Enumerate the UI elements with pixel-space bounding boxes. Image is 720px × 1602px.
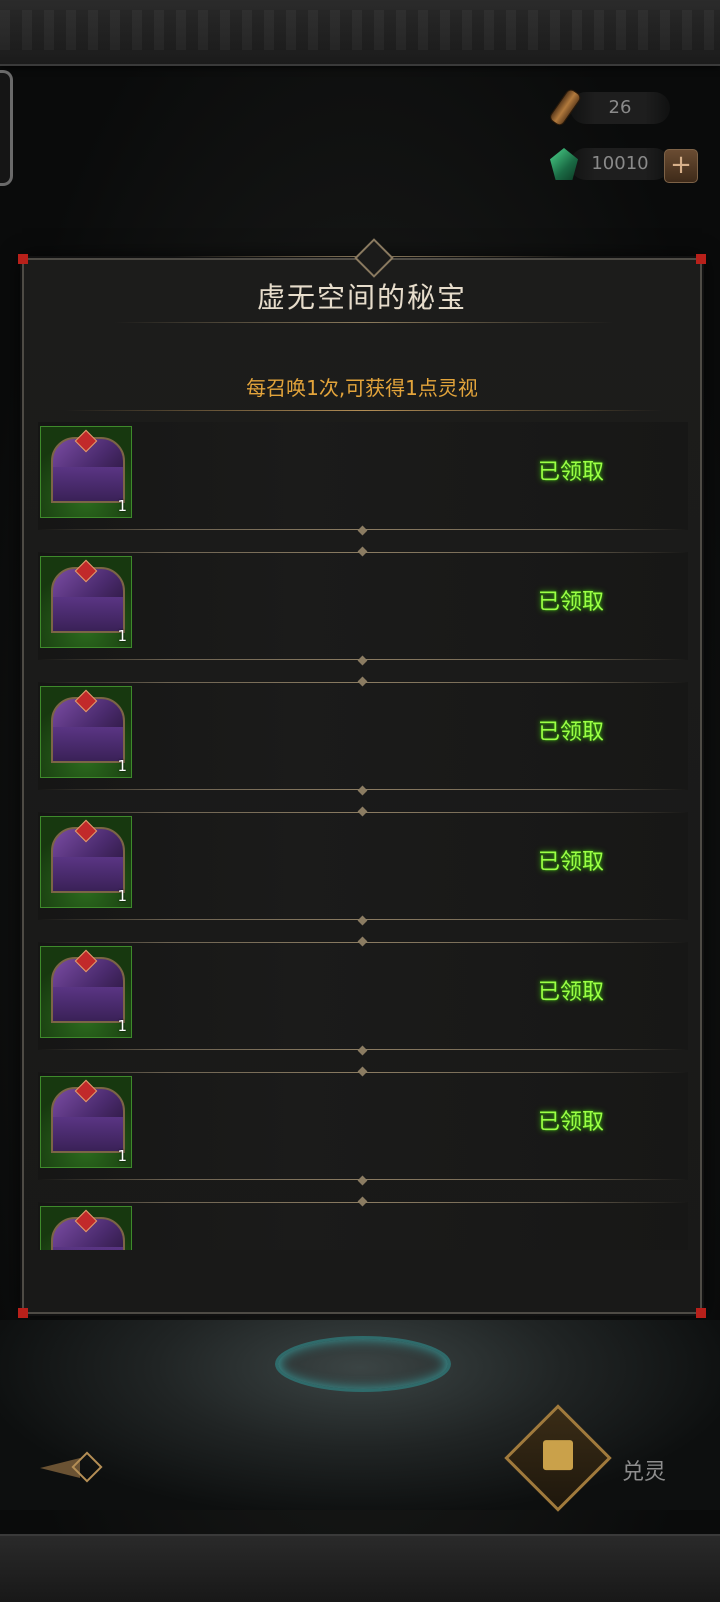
card-icon xyxy=(543,1440,573,1471)
scroll-currency-pill: 26 xyxy=(570,92,670,124)
reward-item-slot[interactable]: 1 xyxy=(40,556,132,648)
item-quantity: 1 xyxy=(117,1017,127,1035)
claimed-status: 已领取 xyxy=(538,980,605,1005)
left-side-tab[interactable] xyxy=(0,70,13,186)
exchange-label[interactable]: 兑灵 xyxy=(622,1454,702,1486)
corner-ornament xyxy=(696,1308,706,1318)
panel-subtitle: 每召唤1次,可获得1点灵视 xyxy=(246,376,478,400)
item-quantity: 1 xyxy=(117,1147,127,1165)
claimed-status: 已领取 xyxy=(538,460,605,485)
reward-list[interactable]: 1 已领取 1 已领取 1 已领取 1 已领取 1 已领取 1 已领取 xyxy=(38,422,688,1250)
item-quantity: 1 xyxy=(117,757,127,775)
portal-circle-icon xyxy=(275,1336,451,1392)
title-divider xyxy=(114,322,614,323)
reward-item-slot[interactable]: 1 xyxy=(40,426,132,518)
reward-row: 1 已领取 xyxy=(38,676,688,796)
claimed-status: 已领取 xyxy=(538,590,605,615)
treasure-chest-icon xyxy=(47,1079,125,1153)
gem-currency-pill: 10010 xyxy=(570,148,670,180)
item-quantity: 1 xyxy=(117,627,127,645)
reward-row xyxy=(38,1196,688,1250)
item-quantity: 1 xyxy=(117,887,127,905)
treasure-chest-icon xyxy=(47,559,125,633)
reward-item-slot[interactable]: 1 xyxy=(40,686,132,778)
corner-ornament xyxy=(18,1308,28,1318)
claimed-status: 已领取 xyxy=(538,850,605,875)
scroll-count: 26 xyxy=(608,97,632,118)
reward-row: 1 已领取 xyxy=(38,546,688,666)
add-gems-button[interactable]: + xyxy=(664,149,698,183)
treasure-chest-icon xyxy=(47,819,125,893)
treasure-chest-icon xyxy=(47,689,125,763)
back-button[interactable] xyxy=(40,1448,104,1488)
panel-title: 虚无空间的秘宝 xyxy=(256,281,467,314)
reward-item-slot[interactable]: 1 xyxy=(40,1076,132,1168)
gem-count: 10010 xyxy=(591,153,649,174)
reward-row: 1 已领取 xyxy=(38,422,688,536)
reward-item-slot[interactable]: 1 xyxy=(40,816,132,908)
corner-ornament xyxy=(696,254,706,264)
reward-row: 1 已领取 xyxy=(38,806,688,926)
subtitle-divider xyxy=(64,410,664,411)
bottom-banner xyxy=(0,1534,720,1602)
reward-item-slot[interactable] xyxy=(40,1206,132,1250)
reward-row: 1 已领取 xyxy=(38,936,688,1056)
treasure-panel: 虚无空间的秘宝 每召唤1次,可获得1点灵视 1 已领取 1 已领取 1 已领取 … xyxy=(18,238,706,1318)
treasure-chest-icon xyxy=(47,429,125,503)
treasure-chest-icon xyxy=(47,949,125,1023)
reward-row: 1 已领取 xyxy=(38,1066,688,1186)
claimed-status: 已领取 xyxy=(538,1110,605,1135)
corner-ornament xyxy=(18,254,28,264)
treasure-chest-icon xyxy=(47,1209,125,1250)
reward-item-slot[interactable]: 1 xyxy=(40,946,132,1038)
item-quantity: 1 xyxy=(117,497,127,515)
claimed-status: 已领取 xyxy=(538,720,605,745)
top-banner xyxy=(0,0,720,66)
